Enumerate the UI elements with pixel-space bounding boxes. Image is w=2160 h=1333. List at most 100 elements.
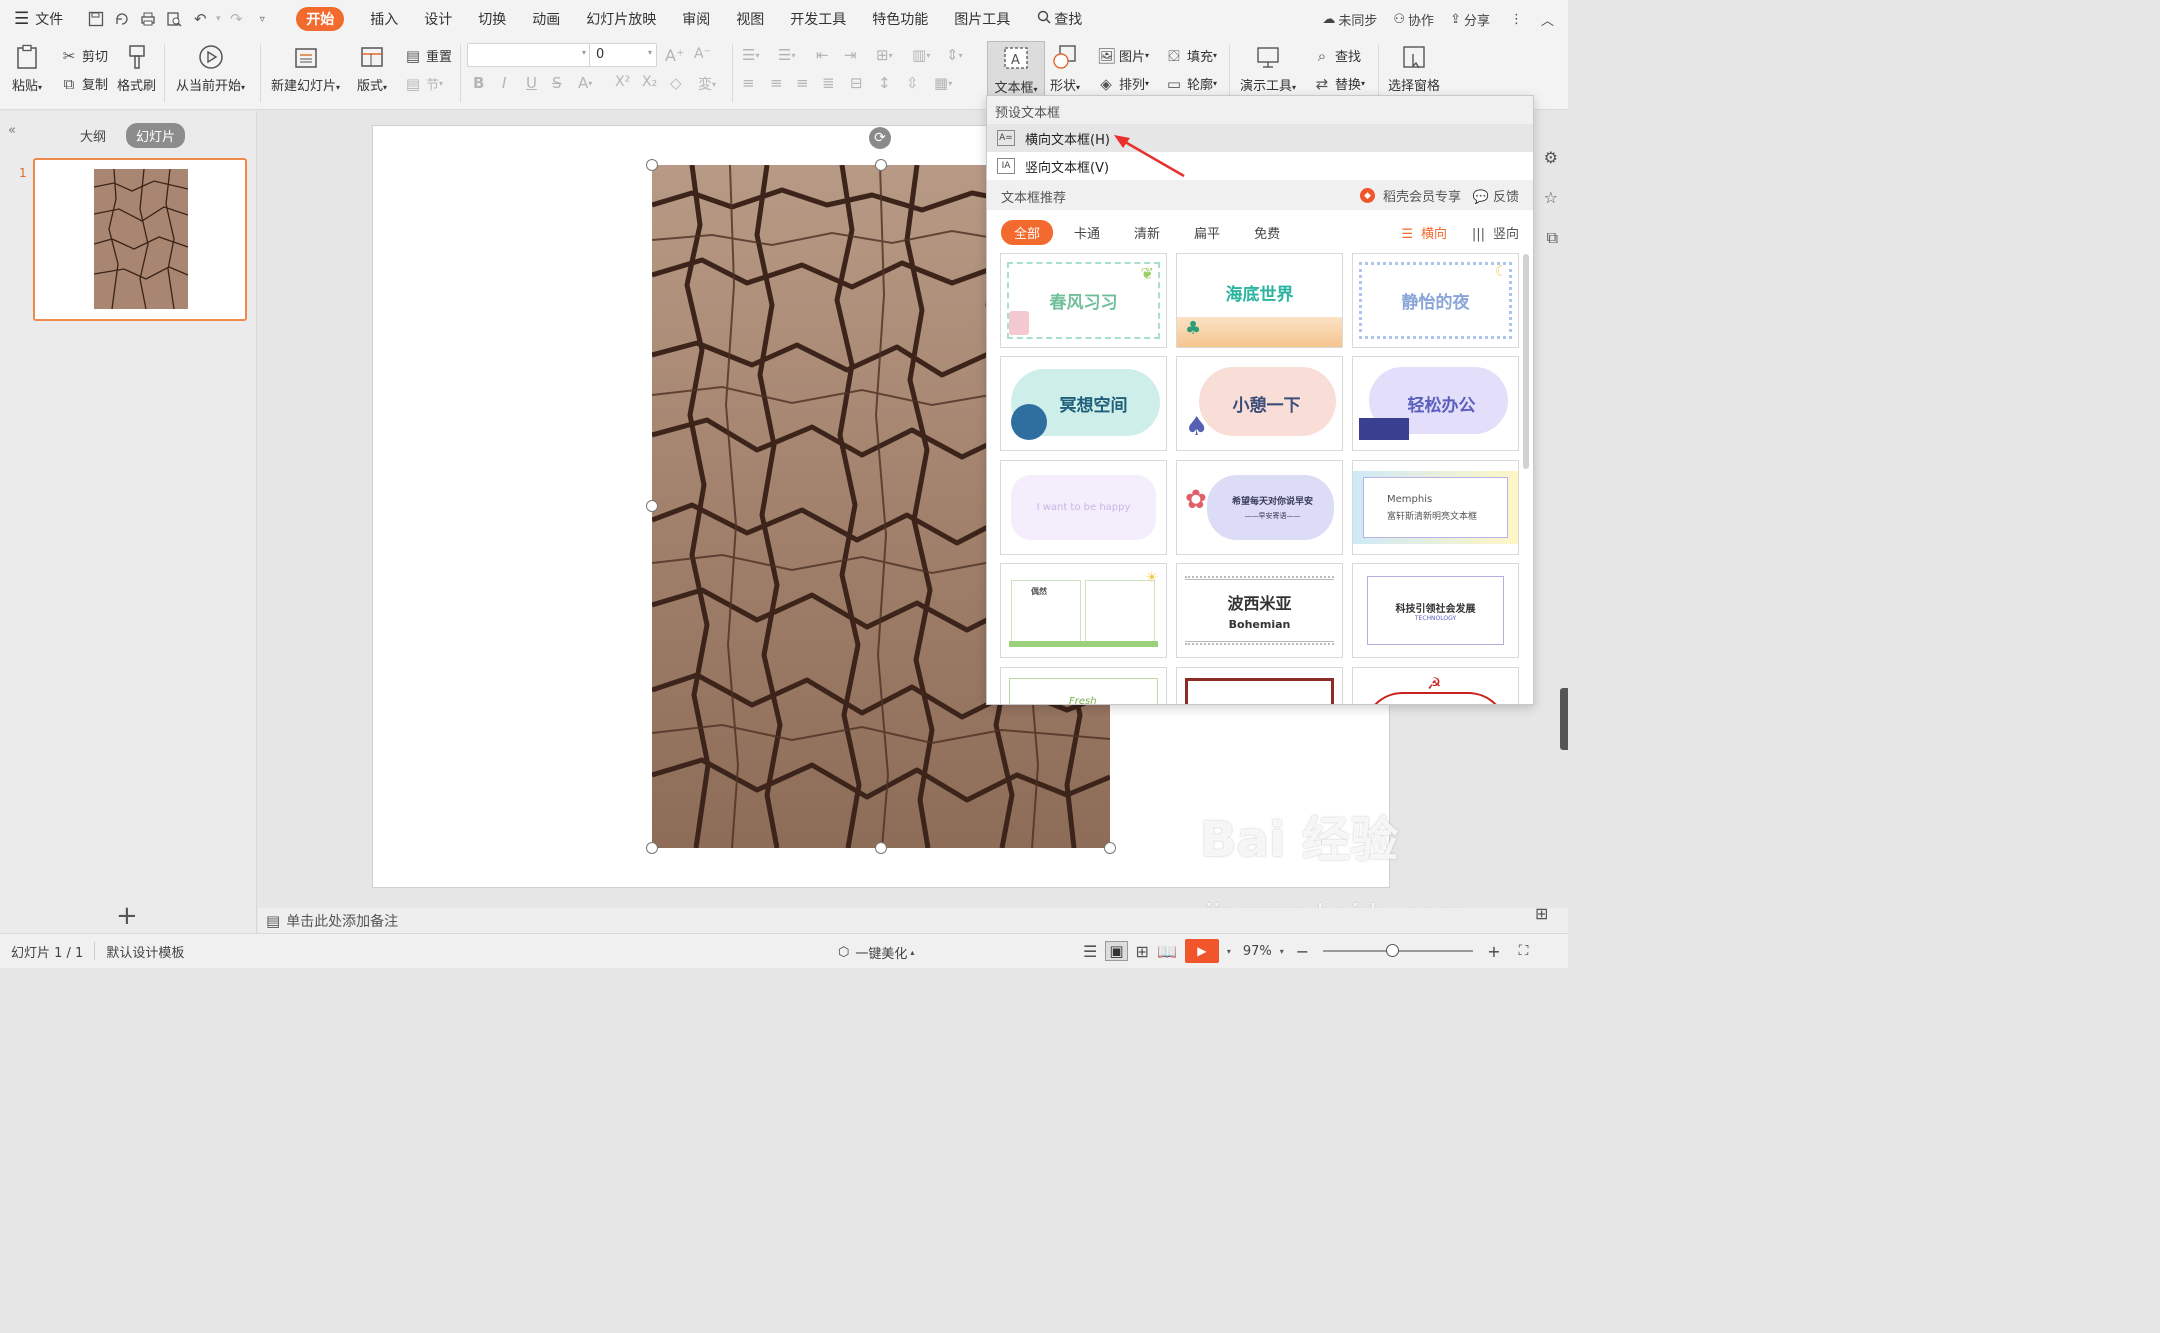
share-button[interactable]: ⇪ 分享 xyxy=(1442,0,1498,38)
undo-icon[interactable]: ↶ xyxy=(187,6,213,32)
category-fresh[interactable]: 清新 xyxy=(1121,220,1173,245)
tab-features[interactable]: 特色功能 xyxy=(859,0,941,38)
template-card[interactable]: Memphis 富轩斯清新明亮文本框 xyxy=(1352,460,1519,555)
search-box[interactable]: 查找 xyxy=(1029,0,1090,38)
properties-icon[interactable]: ⚙ xyxy=(1544,148,1558,167)
orientation-horizontal-button[interactable]: ☰ 横向 xyxy=(1401,223,1447,242)
save-icon[interactable] xyxy=(83,6,109,32)
outline-button[interactable]: ▭ 轮廓 ▾ xyxy=(1165,74,1217,94)
slide-thumbnail[interactable] xyxy=(33,158,247,321)
strikethrough-icon[interactable]: S xyxy=(552,74,562,92)
line-spacing-icon[interactable]: ↕ xyxy=(878,74,891,92)
normal-view-icon[interactable]: ▣ xyxy=(1105,941,1128,961)
reading-view-icon[interactable]: 📖 xyxy=(1157,942,1177,961)
smartart-icon[interactable]: ▦ ▾ xyxy=(934,74,952,92)
more-options-icon[interactable]: ⋮ xyxy=(1498,0,1535,38)
layout-grid-icon[interactable]: ⊞ xyxy=(1535,904,1548,923)
template-card[interactable]: 冥想空间 xyxy=(1000,356,1167,451)
para-spacing-icon[interactable]: ⇳ xyxy=(906,74,919,92)
textbox-button[interactable]: A 文本框▾ xyxy=(987,41,1045,97)
tab-slides[interactable]: 幻灯片 xyxy=(126,123,186,148)
superscript-icon[interactable]: X₂ xyxy=(642,74,657,90)
numbered-list-icon[interactable]: ☰ ▾ xyxy=(778,46,795,64)
category-cartoon[interactable]: 卡通 xyxy=(1061,220,1113,245)
resize-handle-top[interactable] xyxy=(875,159,887,171)
clear-format-icon[interactable]: ◇ xyxy=(670,74,682,92)
from-current-button[interactable]: 从当前开始▾ xyxy=(176,42,245,94)
underline-icon[interactable]: U xyxy=(526,74,537,92)
tab-picture-tools[interactable]: 图片工具 xyxy=(941,0,1023,38)
text-align-vertical-icon[interactable]: ⇕ ▾ xyxy=(946,46,963,64)
print-preview-icon[interactable] xyxy=(161,6,187,32)
redo-icon[interactable]: ↷ xyxy=(223,6,249,32)
bold-icon[interactable]: B xyxy=(473,74,484,92)
format-painter-button[interactable]: 格式刷 xyxy=(117,42,156,94)
tab-transition[interactable]: 切换 xyxy=(465,0,519,38)
section-button[interactable]: ▤ 节 ▾ xyxy=(404,74,443,94)
font-color-icon[interactable]: A ▾ xyxy=(578,74,592,92)
play-options-icon[interactable]: ▾ xyxy=(1227,947,1231,956)
decrease-indent-icon[interactable]: ⇤ xyxy=(816,46,829,64)
feedback-button[interactable]: 💬 反馈 xyxy=(1473,186,1519,205)
replace-button[interactable]: ⇄ 替换 ▾ xyxy=(1313,74,1365,94)
collapse-ribbon-icon[interactable]: ︿ xyxy=(1535,0,1568,38)
tab-slideshow[interactable]: 幻灯片放映 xyxy=(573,0,669,38)
bullet-list-icon[interactable]: ☰ ▾ xyxy=(742,46,759,64)
file-menu[interactable]: ☰ 文件 xyxy=(0,0,71,38)
increase-font-icon[interactable]: A⁺ xyxy=(665,46,684,65)
subscript-icon[interactable]: X² xyxy=(615,74,630,90)
font-size-select[interactable]: 0 ▾ xyxy=(589,43,657,67)
zoom-slider[interactable] xyxy=(1323,944,1474,957)
decrease-font-icon[interactable]: A⁻ xyxy=(694,46,711,62)
category-flat[interactable]: 扁平 xyxy=(1181,220,1233,245)
template-card[interactable]: 小憩一下 ♠ xyxy=(1176,356,1343,451)
fit-window-icon[interactable]: ⛶ xyxy=(1519,943,1529,959)
picture-button[interactable]: 🖼 图片 ▾ xyxy=(1097,46,1149,66)
reset-button[interactable]: ▤ 重置 xyxy=(404,46,452,66)
customize-arrow-icon[interactable]: ▿ xyxy=(249,6,275,32)
print-icon[interactable] xyxy=(135,6,161,32)
resize-handle-top-left[interactable] xyxy=(646,159,658,171)
design-template[interactable]: 默认设计模板 xyxy=(95,942,195,961)
template-card[interactable]: I want to be happy xyxy=(1000,460,1167,555)
transform-icon[interactable]: ⧉ xyxy=(1547,228,1558,248)
template-card[interactable]: 科技引领社会发展 TECHNOLOGY xyxy=(1352,563,1519,658)
template-card[interactable] xyxy=(1176,667,1343,704)
tab-view[interactable]: 视图 xyxy=(723,0,777,38)
resize-handle-left[interactable] xyxy=(646,500,658,512)
font-family-select[interactable]: ▾ xyxy=(467,43,591,67)
template-card[interactable]: 希望每天对你说早安 ——早安寄语—— ✿ xyxy=(1176,460,1343,555)
new-slide-button[interactable]: 新建幻灯片▾ xyxy=(271,42,340,94)
rotate-handle-icon[interactable]: ⟳ xyxy=(869,127,891,149)
collab-button[interactable]: ⚇ 协作 xyxy=(1385,0,1442,38)
category-free[interactable]: 免费 xyxy=(1241,220,1293,245)
right-edge-tab[interactable] xyxy=(1560,688,1568,750)
zoom-slider-thumb[interactable] xyxy=(1386,944,1400,957)
tab-review[interactable]: 审阅 xyxy=(669,0,723,38)
dropdown-arrow-icon[interactable]: ▾ xyxy=(213,6,223,32)
category-all[interactable]: 全部 xyxy=(1001,220,1054,245)
find-button[interactable]: ⌕ 查找 xyxy=(1313,46,1361,66)
horizontal-textbox-option[interactable]: A= 横向文本框(H) xyxy=(987,124,1533,152)
tab-insert[interactable]: 插入 xyxy=(357,0,411,38)
template-card[interactable]: 海底世界 ♣ xyxy=(1176,253,1343,348)
presenter-tools-button[interactable]: 演示工具▾ xyxy=(1240,42,1296,94)
sorter-view-icon[interactable]: ⊞ xyxy=(1136,942,1149,961)
orientation-vertical-button[interactable]: ||| 竖向 xyxy=(1472,223,1519,242)
dropdown-scrollbar[interactable] xyxy=(1523,254,1529,469)
align-right-icon[interactable]: ≡ xyxy=(796,74,809,92)
zoom-out-icon[interactable]: − xyxy=(1296,942,1309,961)
distribute-icon[interactable]: ⊟ xyxy=(850,74,863,92)
align-left-icon[interactable]: ≡ xyxy=(742,74,755,92)
align-center-icon[interactable]: ≡ xyxy=(770,74,783,92)
notes-toggle-icon[interactable]: ☰ xyxy=(1083,942,1097,961)
collapse-panel-icon[interactable]: « xyxy=(8,123,16,138)
paste-button[interactable]: 粘贴▾ xyxy=(12,42,42,94)
fill-button[interactable]: ⛋ 填充 ▾ xyxy=(1165,46,1217,66)
cut-button[interactable]: ✂ 剪切 xyxy=(60,46,108,66)
zoom-level[interactable]: 97% xyxy=(1243,944,1272,959)
justify-icon[interactable]: ≣ xyxy=(822,74,835,92)
play-button[interactable]: ▶ xyxy=(1184,939,1219,963)
arrange-button[interactable]: ◈ 排列 ▾ xyxy=(1097,74,1149,94)
template-card[interactable]: Fresh xyxy=(1000,667,1167,704)
